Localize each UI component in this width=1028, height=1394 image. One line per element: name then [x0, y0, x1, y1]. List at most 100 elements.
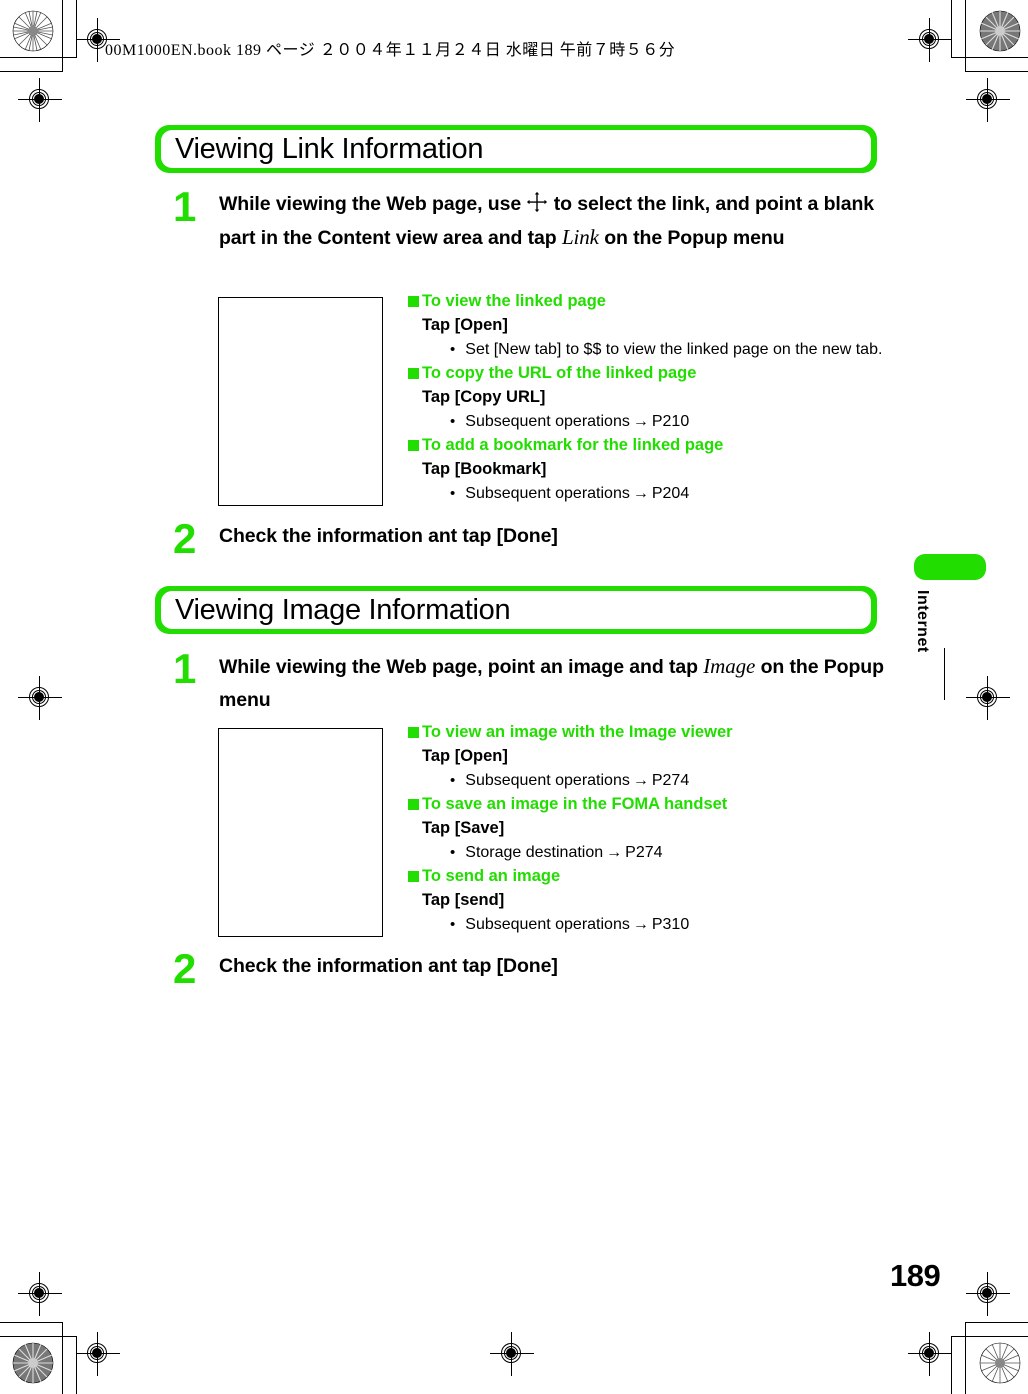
page-reference: P210 [651, 413, 690, 430]
registration-mark [490, 1332, 534, 1376]
subsection-group: To view an image with the Image viewer T… [408, 721, 888, 937]
step-number: 2 [173, 945, 197, 992]
crop-mark-line [966, 1322, 1028, 1323]
green-square-bullet-icon [408, 368, 419, 379]
subsection-group: To view the linked page Tap [Open] • Set … [408, 290, 888, 506]
subsection-heading-label: To copy the URL of the linked page [422, 364, 697, 382]
bullet-text: Set [New tab] to $$ to view the linked p… [465, 341, 883, 358]
subsection-action: Tap [Save] [422, 819, 505, 837]
step-emphasis: Link [561, 225, 599, 249]
subsection-heading-label: To view the linked page [422, 292, 606, 310]
crop-mark-line [62, 1322, 63, 1394]
registration-rosette-icon [979, 1342, 1021, 1384]
subsection-heading-label: To view an image with the Image viewer [422, 723, 733, 741]
bullet-text: Storage destination [465, 844, 604, 861]
link-info-screenshot-placeholder [218, 297, 383, 506]
section-title-bar: Viewing Link Information [155, 125, 877, 173]
dpad-four-direction-icon [526, 191, 549, 213]
crop-mark-line [965, 0, 966, 72]
page-reference: P274 [651, 772, 690, 789]
green-square-bullet-icon [408, 799, 419, 810]
arrow-right-icon: → [606, 844, 623, 861]
step-instruction: Check the information ant tap [Done] [219, 955, 558, 977]
bullet-dot-icon: • [450, 916, 456, 933]
section-title: Viewing Image Information [175, 593, 511, 626]
bullet-text: Subsequent operations [465, 772, 630, 789]
step-text-part: While viewing the Web page, use [219, 193, 527, 215]
bullet-dot-icon: • [450, 485, 456, 502]
registration-mark [908, 1332, 952, 1376]
green-square-bullet-icon [408, 727, 419, 738]
registration-mark [18, 1272, 62, 1316]
page-reference: P204 [651, 485, 690, 502]
registration-mark [18, 78, 62, 122]
subsection-bullet: • Storage destination → P274 [450, 841, 888, 865]
bullet-text: Subsequent operations [465, 413, 630, 430]
subsection-heading: To save an image in the FOMA handset [408, 793, 888, 816]
crop-mark-line [0, 71, 62, 72]
subsection-heading-label: To add a bookmark for the linked page [422, 436, 724, 454]
book-header-text: 00M1000EN.book 189 ページ ２００４年１１月２４日 水曜日 午… [105, 42, 676, 59]
registration-mark [966, 676, 1010, 720]
subsection-action: Tap [Copy URL] [422, 388, 546, 406]
subsection-heading-label: To send an image [422, 867, 561, 885]
subsection-heading: To send an image [408, 865, 888, 888]
step-instruction: While viewing the Web page, use to selec… [219, 188, 884, 255]
page-reference: P274 [625, 844, 663, 861]
arrow-right-icon: → [632, 916, 649, 933]
side-tab-pill [914, 554, 986, 580]
subsection-heading: To copy the URL of the linked page [408, 362, 888, 385]
bullet-dot-icon: • [450, 844, 456, 861]
green-square-bullet-icon [408, 296, 419, 307]
subsection-heading: To view the linked page [408, 290, 888, 313]
page-reference: P310 [651, 916, 690, 933]
registration-mark [966, 1272, 1010, 1316]
crop-mark-line [62, 0, 63, 72]
section-title-bar: Viewing Image Information [155, 586, 877, 634]
step-emphasis: Image [703, 654, 756, 678]
bullet-text: Subsequent operations [465, 485, 630, 502]
subsection-bullet: • Subsequent operations → P310 [450, 913, 888, 937]
subsection-bullet: • Subsequent operations → P274 [450, 769, 888, 793]
registration-mark [966, 78, 1010, 122]
subsection-action: Tap [send] [422, 891, 505, 909]
green-square-bullet-icon [408, 440, 419, 451]
step-number: 2 [173, 515, 197, 562]
subsection-action: Tap [Open] [422, 316, 508, 334]
bullet-dot-icon: • [450, 341, 456, 358]
registration-rosette-icon [979, 10, 1021, 52]
side-rule [944, 648, 945, 700]
step-text-part: on the Popup menu [598, 227, 785, 249]
subsection-heading-label: To save an image in the FOMA handset [422, 795, 728, 813]
step-instruction: Check the information ant tap [Done] [219, 525, 558, 547]
bullet-dot-icon: • [450, 413, 456, 430]
registration-rosette-icon [12, 10, 54, 52]
crop-mark-line [0, 1336, 76, 1337]
crop-mark-line [965, 1322, 966, 1394]
registration-rosette-icon [12, 1342, 54, 1384]
arrow-right-icon: → [632, 413, 649, 430]
page-number: 189 [890, 1258, 941, 1293]
registration-mark [908, 18, 952, 62]
arrow-right-icon: → [632, 485, 649, 502]
image-info-screenshot-placeholder [218, 728, 383, 937]
registration-mark [18, 676, 62, 720]
crop-mark-line [952, 57, 1028, 58]
subsection-action: Tap [Open] [422, 747, 508, 765]
crop-mark-line [0, 57, 76, 58]
crop-mark-line [966, 71, 1028, 72]
green-square-bullet-icon [408, 871, 419, 882]
subsection-bullet: • Subsequent operations → P204 [450, 482, 888, 506]
arrow-right-icon: → [632, 772, 649, 789]
step-number: 1 [173, 645, 197, 692]
subsection-bullet: • Subsequent operations → P210 [450, 410, 888, 434]
manual-page: 00M1000EN.book 189 ページ ２００４年１１月２４日 水曜日 午… [0, 0, 1028, 1394]
registration-mark [76, 1332, 120, 1376]
bullet-dot-icon: • [450, 772, 456, 789]
crop-mark-line [952, 1336, 1028, 1337]
section-title: Viewing Link Information [175, 132, 484, 165]
bullet-text: Subsequent operations [465, 916, 630, 933]
subsection-action: Tap [Bookmark] [422, 460, 547, 478]
side-tab-label: Internet [914, 590, 931, 653]
subsection-heading: To add a bookmark for the linked page [408, 434, 888, 457]
